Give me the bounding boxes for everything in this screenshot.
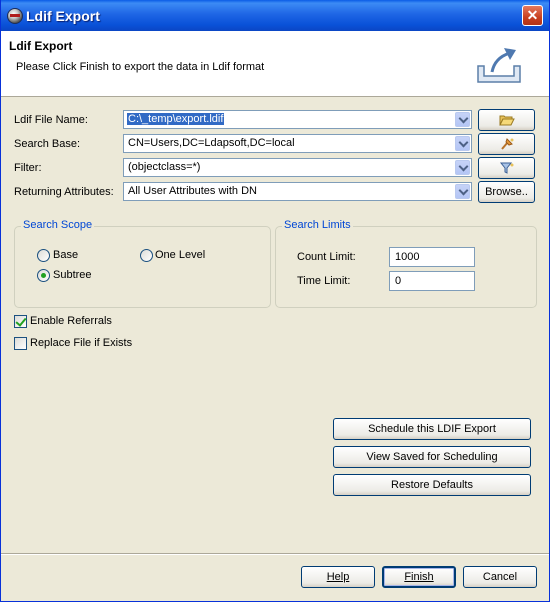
folder-open-icon — [498, 115, 515, 126]
returning-attributes-value: All User Attributes with DN — [128, 185, 257, 197]
page-title: Ldif Export — [9, 39, 73, 53]
replace-file-label[interactable]: Replace File if Exists — [30, 337, 132, 349]
schedule-export-button[interactable]: Schedule this LDIF Export — [333, 418, 531, 440]
scope-subtree-label[interactable]: Subtree — [53, 269, 92, 281]
returning-attributes-combo[interactable]: All User Attributes with DN — [123, 182, 472, 201]
wizard-header: Ldif Export Please Click Finish to expor… — [1, 31, 549, 97]
close-button[interactable]: ✕ — [522, 5, 543, 26]
search-base-combo[interactable]: CN=Users,DC=Ldapsoft,DC=local — [123, 134, 472, 153]
returning-attributes-label: Returning Attributes: — [14, 186, 114, 198]
scope-one-level-radio[interactable] — [140, 249, 153, 262]
file-name-label: Ldif File Name: — [14, 114, 88, 126]
app-icon — [7, 8, 23, 24]
page-description: Please Click Finish to export the data i… — [16, 61, 265, 73]
help-button[interactable]: Help — [301, 566, 375, 588]
open-folder-button[interactable] — [478, 109, 535, 131]
ldif-export-dialog: Ldif Export ✕ Ldif Export Please Click F… — [0, 0, 550, 602]
pick-search-base-button[interactable] — [478, 133, 535, 155]
replace-file-checkbox[interactable] — [14, 337, 27, 350]
time-limit-value: 0 — [395, 275, 402, 287]
help-label: Help — [326, 571, 350, 583]
window-title: Ldif Export — [26, 8, 100, 24]
restore-defaults-button[interactable]: Restore Defaults — [333, 474, 531, 496]
chevron-down-icon[interactable] — [455, 136, 470, 151]
scope-subtree-radio[interactable] — [37, 269, 50, 282]
count-limit-label: Count Limit: — [297, 251, 356, 263]
export-icon — [477, 48, 521, 83]
finish-label: Finish — [404, 571, 434, 583]
browse-button[interactable]: Browse.. — [478, 181, 535, 203]
filter-icon — [499, 162, 513, 174]
title-bar[interactable]: Ldif Export ✕ — [1, 0, 549, 31]
enable-referrals-label[interactable]: Enable Referrals — [30, 315, 112, 327]
chevron-down-icon[interactable] — [455, 160, 470, 175]
chevron-down-icon[interactable] — [455, 112, 470, 127]
time-limit-field[interactable]: 0 — [389, 271, 475, 291]
time-limit-label: Time Limit: — [297, 275, 351, 287]
search-scope-group: Search Scope — [14, 219, 271, 308]
file-name-combo[interactable]: C:\_temp\export.ldif — [123, 110, 472, 129]
search-limits-group: Search Limits — [275, 219, 537, 308]
search-base-value: CN=Users,DC=Ldapsoft,DC=local — [128, 137, 295, 149]
file-name-value: C:\_temp\export.ldif — [127, 113, 225, 125]
count-limit-field[interactable]: 1000 — [389, 247, 475, 267]
tree-pick-icon — [500, 138, 513, 150]
scope-one-level-label[interactable]: One Level — [155, 249, 205, 261]
filter-builder-button[interactable] — [478, 157, 535, 179]
search-base-label: Search Base: — [14, 138, 81, 150]
view-saved-scheduling-button[interactable]: View Saved for Scheduling — [333, 446, 531, 468]
filter-combo[interactable]: (objectclass=*) — [123, 158, 472, 177]
enable-referrals-checkbox[interactable] — [14, 315, 27, 328]
count-limit-value: 1000 — [395, 251, 420, 263]
scope-base-label[interactable]: Base — [53, 249, 78, 261]
footer-separator — [1, 553, 549, 555]
finish-button[interactable]: Finish — [382, 566, 456, 588]
chevron-down-icon[interactable] — [455, 184, 470, 199]
scope-base-radio[interactable] — [37, 249, 50, 262]
filter-label: Filter: — [14, 162, 42, 174]
filter-value: (objectclass=*) — [128, 161, 201, 173]
search-scope-title: Search Scope — [21, 219, 95, 231]
search-limits-title: Search Limits — [282, 219, 353, 231]
cancel-button[interactable]: Cancel — [463, 566, 537, 588]
